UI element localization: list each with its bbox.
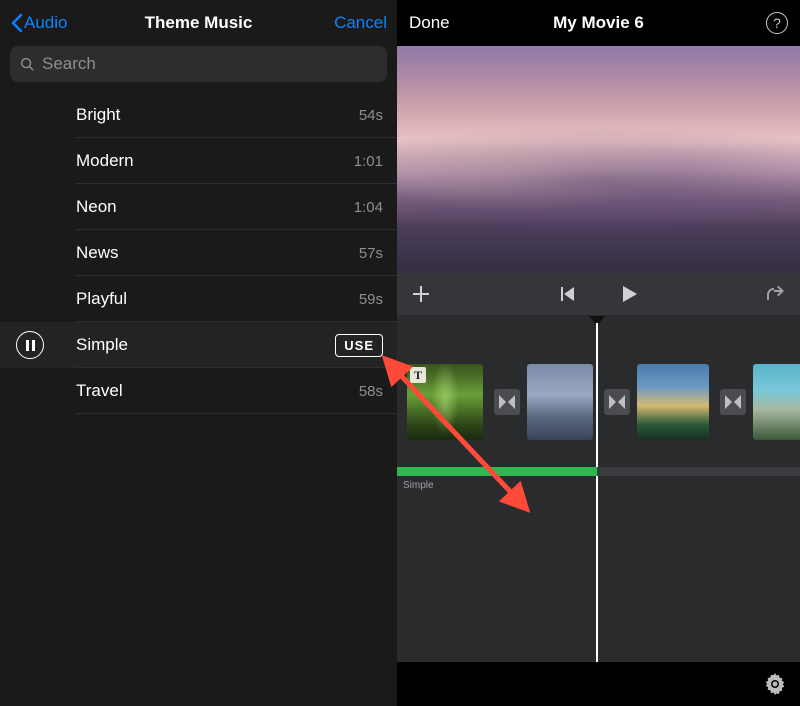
track-name: Travel [60, 381, 359, 401]
skip-start-button[interactable] [558, 285, 576, 303]
title-badge-icon: T [410, 367, 426, 383]
help-button[interactable]: ? [728, 12, 788, 34]
audio-header: Audio Theme Music Cancel [0, 0, 397, 46]
editor-panel: Done My Movie 6 ? T [397, 0, 800, 706]
transition-button[interactable] [720, 389, 746, 415]
track-duration: 59s [359, 291, 383, 308]
audio-panel: Audio Theme Music Cancel Search Bright54… [0, 0, 397, 706]
track-row[interactable]: Bright54s [0, 92, 397, 138]
track-name: Playful [60, 289, 359, 309]
playback-controls [397, 273, 800, 315]
undo-button[interactable] [764, 285, 786, 303]
video-clip[interactable] [527, 364, 593, 440]
pause-icon [16, 331, 44, 359]
audio-clip[interactable] [397, 467, 597, 476]
video-clip[interactable] [637, 364, 709, 440]
transition-icon [725, 395, 741, 409]
row-separator [76, 413, 397, 414]
track-name: Modern [60, 151, 354, 171]
add-button[interactable] [411, 284, 431, 304]
track-list: Bright54sModern1:01Neon1:04News57sPlayfu… [0, 92, 397, 706]
bottom-toolbar [397, 662, 800, 706]
track-duration: 1:01 [354, 153, 383, 170]
transition-button[interactable] [604, 389, 630, 415]
clip-track: T [407, 363, 800, 441]
play-button[interactable] [618, 283, 640, 305]
video-clip[interactable] [753, 364, 800, 440]
search-icon [20, 57, 35, 72]
track-name: Bright [60, 105, 359, 125]
transition-icon [609, 395, 625, 409]
transition-button[interactable] [494, 389, 520, 415]
track-row[interactable]: Travel58s [0, 368, 397, 414]
done-button[interactable]: Done [409, 13, 469, 33]
back-button[interactable]: Audio [10, 13, 100, 33]
chevron-left-icon [10, 13, 22, 33]
settings-button[interactable] [764, 673, 786, 695]
track-name: Neon [60, 197, 354, 217]
transition-icon [499, 395, 515, 409]
track-name: News [60, 243, 359, 263]
search-placeholder: Search [42, 54, 96, 74]
audio-title: Theme Music [145, 13, 253, 33]
track-duration: 57s [359, 245, 383, 262]
video-clip[interactable]: T [407, 364, 483, 440]
editor-header: Done My Movie 6 ? [397, 0, 800, 46]
search-container: Search [0, 46, 397, 92]
track-row[interactable]: SimpleUSE [0, 322, 397, 368]
track-name: Simple [60, 335, 335, 355]
track-row[interactable]: Neon1:04 [0, 184, 397, 230]
track-duration: 54s [359, 107, 383, 124]
help-icon: ? [766, 12, 788, 34]
track-duration: 58s [359, 383, 383, 400]
track-play-button[interactable] [0, 331, 60, 359]
cancel-button[interactable]: Cancel [297, 13, 387, 33]
track-duration: 1:04 [354, 199, 383, 216]
back-label: Audio [24, 13, 67, 33]
use-button[interactable]: USE [335, 334, 383, 357]
track-row[interactable]: News57s [0, 230, 397, 276]
search-input[interactable]: Search [10, 46, 387, 82]
project-title: My Movie 6 [553, 13, 644, 33]
video-preview[interactable] [397, 46, 800, 273]
audio-track[interactable] [397, 467, 800, 476]
track-row[interactable]: Modern1:01 [0, 138, 397, 184]
timeline[interactable]: T Simple [397, 315, 800, 662]
audio-track-label: Simple [403, 480, 434, 491]
track-row[interactable]: Playful59s [0, 276, 397, 322]
